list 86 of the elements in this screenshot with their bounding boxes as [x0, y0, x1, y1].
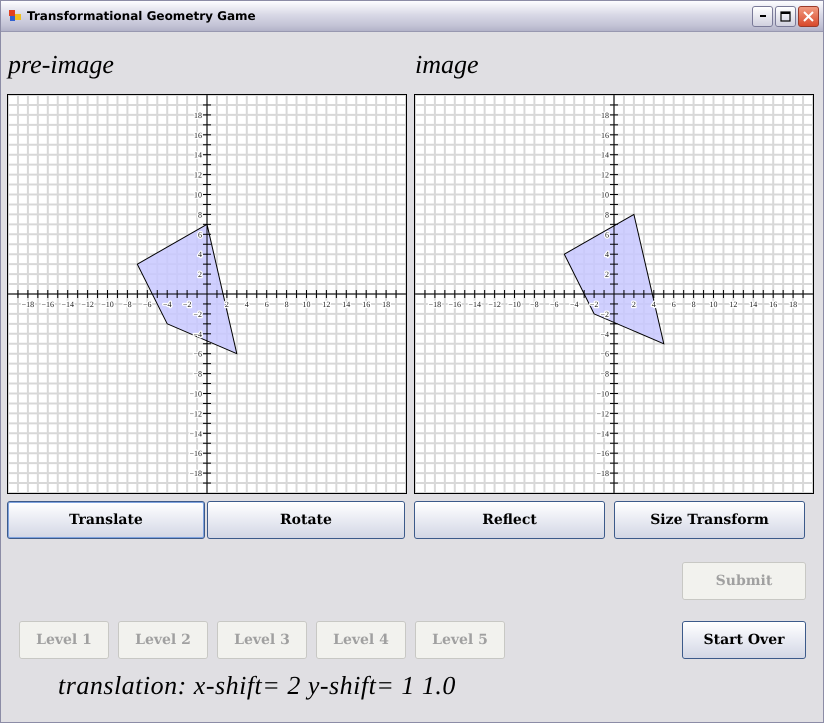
- tick-label: −14: [596, 429, 609, 438]
- tick-label: 12: [729, 300, 738, 309]
- tick-label: 16: [194, 130, 202, 140]
- tick-label: 2: [198, 270, 202, 280]
- tick-label: 14: [342, 300, 350, 309]
- tick-label: −2: [600, 310, 609, 319]
- tick-label: −10: [596, 390, 609, 398]
- tick-label: 18: [382, 300, 390, 309]
- tick-label: −8: [600, 370, 609, 379]
- transform-button[interactable]: Rotate: [207, 501, 405, 539]
- tick-label: −6: [600, 350, 609, 359]
- tick-label: 2: [632, 300, 636, 309]
- app-icon: [8, 9, 22, 23]
- tick-label: −6: [550, 300, 559, 309]
- close-icon: [803, 10, 814, 22]
- tick-label: 8: [284, 300, 289, 309]
- start-over-button[interactable]: Start Over: [682, 621, 806, 659]
- tick-label: −16: [189, 449, 202, 458]
- tick-label: 4: [198, 250, 202, 260]
- transform-button[interactable]: Size Transform: [614, 501, 805, 539]
- tick-label: −12: [596, 409, 609, 418]
- tick-label: −8: [193, 370, 202, 379]
- tick-label: −4: [570, 300, 578, 309]
- tick-label: −14: [61, 300, 74, 309]
- tick-label: −8: [123, 300, 132, 309]
- tick-label: −18: [189, 469, 202, 478]
- tick-label: −18: [428, 300, 442, 309]
- tick-label: −4: [600, 330, 609, 339]
- tick-label: 16: [601, 130, 609, 140]
- tick-label: 14: [601, 150, 609, 160]
- maximize-icon: [780, 10, 791, 22]
- tick-label: 14: [194, 150, 202, 160]
- tick-label: −2: [590, 300, 598, 309]
- tick-label: 10: [302, 300, 310, 309]
- tick-label: 8: [692, 300, 696, 309]
- tick-label: −16: [448, 300, 462, 309]
- tick-label: −18: [596, 469, 609, 478]
- tick-label: 6: [264, 300, 269, 309]
- tick-label: 2: [605, 270, 609, 280]
- tick-label: −16: [42, 300, 54, 309]
- tick-label: 16: [769, 300, 778, 309]
- transform-button[interactable]: Translate: [7, 501, 205, 539]
- tick-label: 6: [672, 300, 676, 309]
- maximize-button[interactable]: [775, 6, 796, 26]
- tick-label: −8: [530, 300, 539, 309]
- status-text: translation: x-shift= 2 y-shift= 1 1.0: [58, 671, 457, 701]
- tick-label: 18: [194, 110, 202, 120]
- tick-label: −12: [189, 409, 202, 418]
- tick-label: −16: [596, 449, 609, 458]
- tick-label: 18: [601, 110, 609, 120]
- tick-label: −6: [143, 300, 152, 309]
- tick-label: −12: [81, 300, 94, 309]
- transform-button[interactable]: Reflect: [414, 501, 605, 539]
- tick-label: −10: [508, 300, 521, 309]
- tick-label: −4: [162, 300, 172, 309]
- tick-label: 6: [605, 230, 609, 240]
- tick-label: −14: [468, 300, 481, 309]
- tick-label: 10: [194, 190, 202, 200]
- tick-label: −6: [193, 350, 202, 359]
- tick-label: −12: [488, 300, 501, 309]
- tick-label: 16: [362, 300, 370, 309]
- tick-label: 10: [710, 300, 718, 309]
- panel-heading: image: [415, 50, 480, 80]
- tick-label: 8: [198, 210, 202, 220]
- tick-label: 10: [601, 190, 609, 200]
- tick-label: −10: [101, 300, 114, 309]
- panel-heading: pre-image: [8, 50, 115, 80]
- tick-label: 8: [605, 210, 609, 220]
- tick-label: 18: [789, 300, 798, 309]
- tick-label: 6: [198, 230, 202, 240]
- minimize-button[interactable]: [752, 6, 773, 26]
- tick-label: −2: [193, 310, 202, 319]
- window-title: Transformational Geometry Game: [27, 9, 257, 23]
- tick-label: 12: [194, 170, 202, 180]
- tick-label: 12: [322, 300, 330, 309]
- tick-label: −4: [193, 330, 202, 339]
- tick-label: 4: [244, 300, 249, 309]
- tick-label: −18: [22, 300, 34, 309]
- tick-label: −14: [189, 429, 202, 438]
- close-button[interactable]: [798, 6, 819, 26]
- tick-label: −2: [182, 300, 192, 309]
- minimize-icon: [760, 15, 766, 17]
- tick-label: 12: [601, 170, 609, 180]
- tick-label: −10: [189, 390, 202, 398]
- tick-label: 14: [749, 300, 758, 309]
- tick-label: 4: [605, 250, 609, 260]
